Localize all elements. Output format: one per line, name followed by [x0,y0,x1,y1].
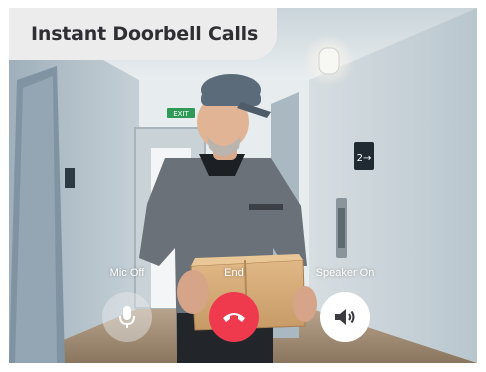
door-number-sign: 2→ [357,153,372,164]
camera-view: EXIT 2→ Instant Doorbell Calls Mic Off E… [9,8,477,363]
mic-toggle-button[interactable] [102,292,152,342]
speaker-on-label: Speaker On [315,267,375,279]
hang-up-phone-icon [223,313,245,322]
speaker-icon [335,309,355,325]
end-call-button[interactable] [209,292,259,342]
feature-title: Instant Doorbell Calls [31,23,259,45]
feature-title-banner: Instant Doorbell Calls [9,8,277,60]
mic-off-label: Mic Off [109,267,145,279]
end-label: End [224,267,244,279]
microphone-icon [119,306,135,328]
doorbell-call-screen: EXIT 2→ Instant Doorbell Calls Mic Off E… [0,0,486,372]
exit-sign: EXIT [173,110,189,118]
speaker-toggle-button[interactable] [320,292,370,342]
